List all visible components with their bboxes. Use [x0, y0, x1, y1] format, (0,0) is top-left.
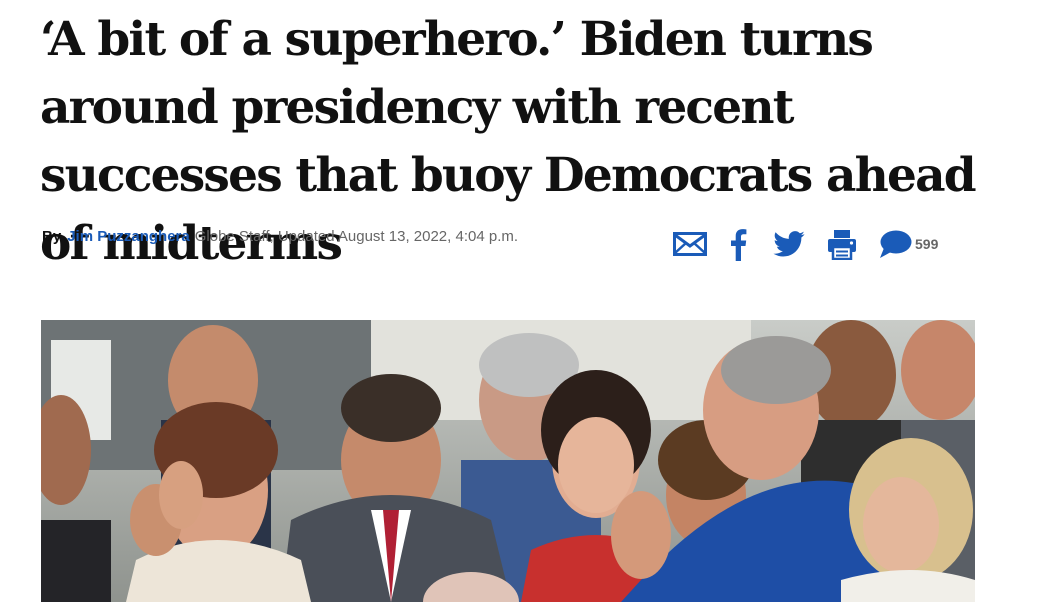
- share-bar: 599: [672, 226, 938, 262]
- article-photo: [41, 320, 975, 602]
- byline: By Jim Puzzanghera Globe Staff, Updated Au…: [42, 228, 518, 245]
- byline-meta: Globe Staff, Updated August 13, 2022, 4:…: [194, 228, 519, 245]
- print-icon[interactable]: [826, 228, 858, 260]
- facebook-icon[interactable]: [728, 227, 748, 261]
- comment-icon: [878, 229, 912, 259]
- twitter-icon[interactable]: [772, 231, 806, 257]
- byline-by-label: By: [42, 228, 62, 245]
- email-icon[interactable]: [672, 232, 708, 256]
- comments-link[interactable]: 599: [878, 229, 938, 259]
- comment-count: 599: [915, 236, 939, 252]
- author-link[interactable]: Jim Puzzanghera: [67, 228, 190, 245]
